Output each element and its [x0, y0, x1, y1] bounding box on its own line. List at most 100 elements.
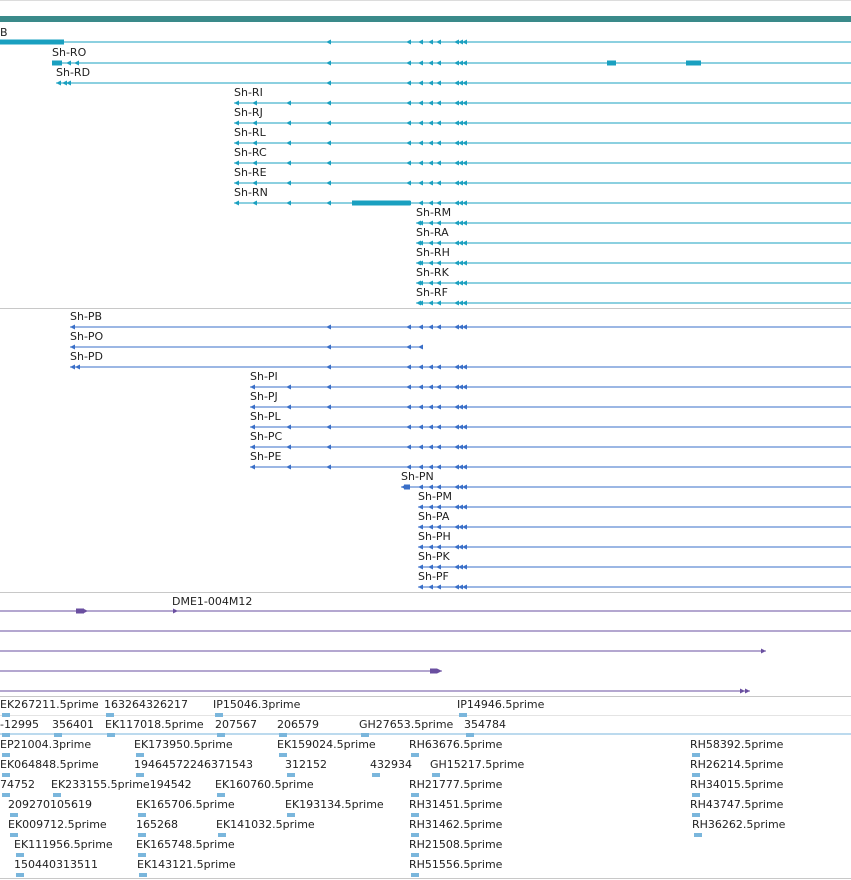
exon-arrow-left-icon	[406, 60, 411, 66]
est-feature[interactable]	[136, 773, 144, 777]
est-label: 207567	[215, 718, 257, 731]
exon-arrow-left-icon	[326, 39, 331, 45]
protein-label: Sh-PF	[418, 570, 449, 583]
exon-arrow-left-icon	[406, 344, 411, 350]
est-feature[interactable]	[10, 833, 18, 837]
exon-arrow-left-icon	[250, 444, 255, 450]
est-feature[interactable]	[692, 773, 700, 777]
est-feature[interactable]	[16, 873, 24, 877]
est-label: GH27653.5prime	[359, 718, 454, 731]
exon-arrow-left-icon	[406, 324, 411, 330]
est-feature[interactable]	[411, 873, 419, 877]
exon-block[interactable]	[686, 60, 701, 66]
est-feature[interactable]	[2, 793, 10, 797]
transcript-label: Sh-RD	[56, 66, 90, 79]
exon-arrow-left-icon	[406, 424, 411, 430]
exon-arrow-left-icon	[418, 364, 423, 370]
transcript-label: Sh-RA	[416, 226, 449, 239]
est-feature[interactable]	[694, 833, 702, 837]
est-feature[interactable]	[692, 793, 700, 797]
est-feature[interactable]	[2, 713, 10, 717]
exon-arrow-left-icon	[406, 140, 411, 146]
exon-arrow-left-icon	[418, 344, 423, 350]
est-label: 150440313511	[14, 858, 98, 871]
exon-arrow-left-icon	[436, 524, 441, 530]
exon-arrow-left-icon	[70, 364, 75, 370]
est-feature[interactable]	[692, 813, 700, 817]
est-feature[interactable]	[53, 793, 61, 797]
protein-label: Sh-PC	[250, 430, 283, 443]
est-feature[interactable]	[411, 813, 419, 817]
est-label: RH63676.5prime	[409, 738, 503, 751]
est-feature[interactable]	[10, 813, 18, 817]
protein-label: Sh-PO	[70, 330, 104, 343]
exon-block[interactable]	[430, 668, 437, 674]
est-label: GH15217.5prime	[430, 758, 525, 771]
est-feature[interactable]	[2, 773, 10, 777]
est-feature[interactable]	[217, 793, 225, 797]
est-feature[interactable]	[411, 793, 419, 797]
exon-arrow-left-icon	[436, 100, 441, 106]
transcript-label: Sh-RC	[234, 146, 267, 159]
exon-arrow-left-icon	[436, 280, 441, 286]
est-label: 163264326217	[104, 698, 188, 711]
exon-block[interactable]	[0, 39, 64, 45]
exon-arrow-left-icon	[286, 424, 291, 430]
est-feature[interactable]	[287, 813, 295, 817]
exon-arrow-left-icon	[286, 160, 291, 166]
exon-block[interactable]	[352, 200, 410, 206]
est-label: -12995	[0, 718, 39, 731]
exon-block[interactable]	[76, 608, 84, 614]
exon-arrow-left-icon	[286, 120, 291, 126]
exon-arrow-left-icon	[436, 140, 441, 146]
est-feature[interactable]	[139, 873, 147, 877]
est-label: EK173950.5prime	[134, 738, 233, 751]
rna-track: B Sh-RO Sh-RD Sh-RI Sh-RJ Sh-RL Sh-RC Sh-RE Sh-R…	[0, 26, 851, 306]
exon-arrow-left-icon	[326, 200, 331, 206]
est-feature[interactable]	[459, 713, 467, 717]
est-feature[interactable]	[138, 853, 146, 857]
exon-arrow-left-icon	[436, 180, 441, 186]
exon-arrow-left-icon	[234, 100, 239, 106]
est-feature[interactable]	[16, 853, 24, 857]
est-feature[interactable]	[138, 833, 146, 837]
est-feature[interactable]	[136, 753, 144, 757]
exon-arrow-left-icon	[418, 60, 423, 66]
est-feature[interactable]	[215, 713, 223, 717]
exon-arrow-left-icon	[428, 220, 433, 226]
est-feature[interactable]	[218, 833, 226, 837]
est-label: EK159024.5prime	[277, 738, 376, 751]
exon-arrow-left-icon	[286, 464, 291, 470]
exon-arrow-left-icon	[428, 364, 433, 370]
est-feature[interactable]	[411, 753, 419, 757]
exon-arrow-left-icon	[406, 384, 411, 390]
est-feature[interactable]	[692, 753, 700, 757]
est-feature[interactable]	[279, 753, 287, 757]
est-feature[interactable]	[411, 853, 419, 857]
exon-arrow-left-icon	[436, 120, 441, 126]
est-label: RH31462.5prime	[409, 818, 503, 831]
exon-block[interactable]	[52, 60, 62, 66]
est-feature[interactable]	[411, 833, 419, 837]
est-feature[interactable]	[2, 753, 10, 757]
exon-arrow-left-icon	[418, 180, 423, 186]
exon-arrow-left-icon	[428, 324, 433, 330]
clone-track: DME1-004M12	[0, 595, 851, 694]
exon-arrow-left-icon	[326, 404, 331, 410]
gene-span-bar[interactable]	[0, 16, 851, 22]
exon-arrow-left-icon	[250, 404, 255, 410]
exon-block[interactable]	[404, 484, 410, 490]
est-feature[interactable]	[287, 773, 295, 777]
exon-arrow-left-icon	[428, 39, 433, 45]
est-label: RH21508.5prime	[409, 838, 503, 851]
exon-block[interactable]	[607, 60, 616, 66]
est-feature[interactable]	[138, 813, 146, 817]
exon-arrow-left-icon	[250, 464, 255, 470]
exon-arrow-left-icon	[428, 384, 433, 390]
est-feature[interactable]	[432, 773, 440, 777]
est-feature[interactable]	[106, 713, 114, 717]
exon-arrow-left-icon	[326, 180, 331, 186]
track-divider	[0, 878, 851, 879]
exon-arrow-left-icon	[406, 464, 411, 470]
est-feature[interactable]	[372, 773, 380, 777]
